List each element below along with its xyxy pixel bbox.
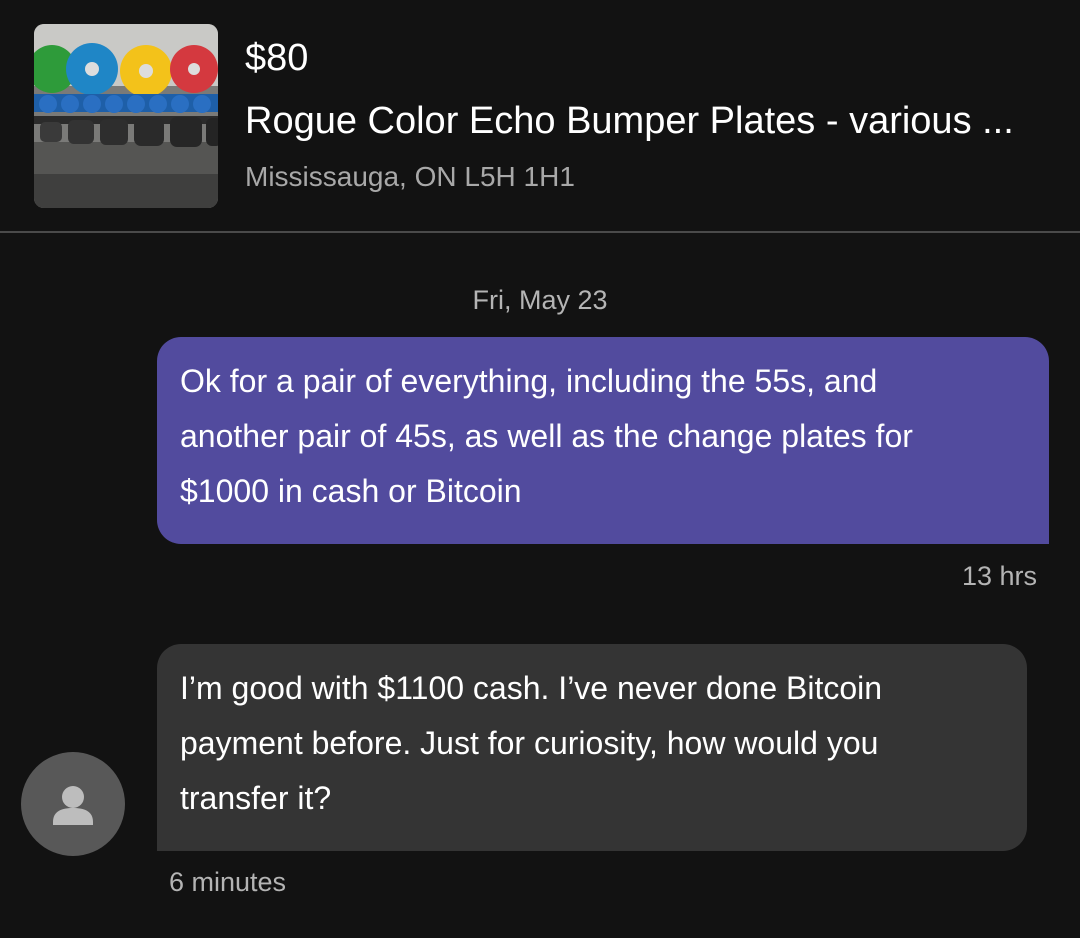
- message-line: $1000 in cash or Bitcoin: [180, 473, 522, 509]
- message-line: transfer it?: [180, 780, 332, 816]
- incoming-message-bubble[interactable]: I’m good with $1100 cash. I’ve never don…: [157, 644, 1027, 851]
- chat-screen: $80 Rogue Color Echo Bumper Plates - var…: [0, 0, 1080, 938]
- date-separator: Fri, May 23: [472, 285, 608, 315]
- message-line: I’m good with $1100 cash. I’ve never don…: [180, 670, 883, 706]
- message-line: Ok for a pair of everything, including t…: [180, 363, 878, 399]
- outgoing-message-bubble[interactable]: Ok for a pair of everything, including t…: [157, 337, 1049, 544]
- listing-photo-bumper-plates: [34, 24, 218, 208]
- message-line: another pair of 45s, as well as the chan…: [180, 418, 913, 454]
- message-line: payment before. Just for curiosity, how …: [180, 725, 879, 761]
- avatar[interactable]: [21, 752, 125, 856]
- header-divider: [0, 231, 1080, 233]
- listing-location: Mississauga, ON L5H 1H1: [245, 161, 575, 192]
- listing-thumbnail[interactable]: [34, 24, 218, 208]
- listing-title: Rogue Color Echo Bumper Plates - various…: [245, 100, 1014, 142]
- message-timestamp: 6 minutes: [169, 867, 287, 897]
- listing-price: $80: [245, 37, 309, 79]
- listing-header[interactable]: $80 Rogue Color Echo Bumper Plates - var…: [0, 0, 1080, 232]
- message-timestamp: 13 hrs: [961, 561, 1037, 591]
- user-avatar-icon: [53, 786, 93, 825]
